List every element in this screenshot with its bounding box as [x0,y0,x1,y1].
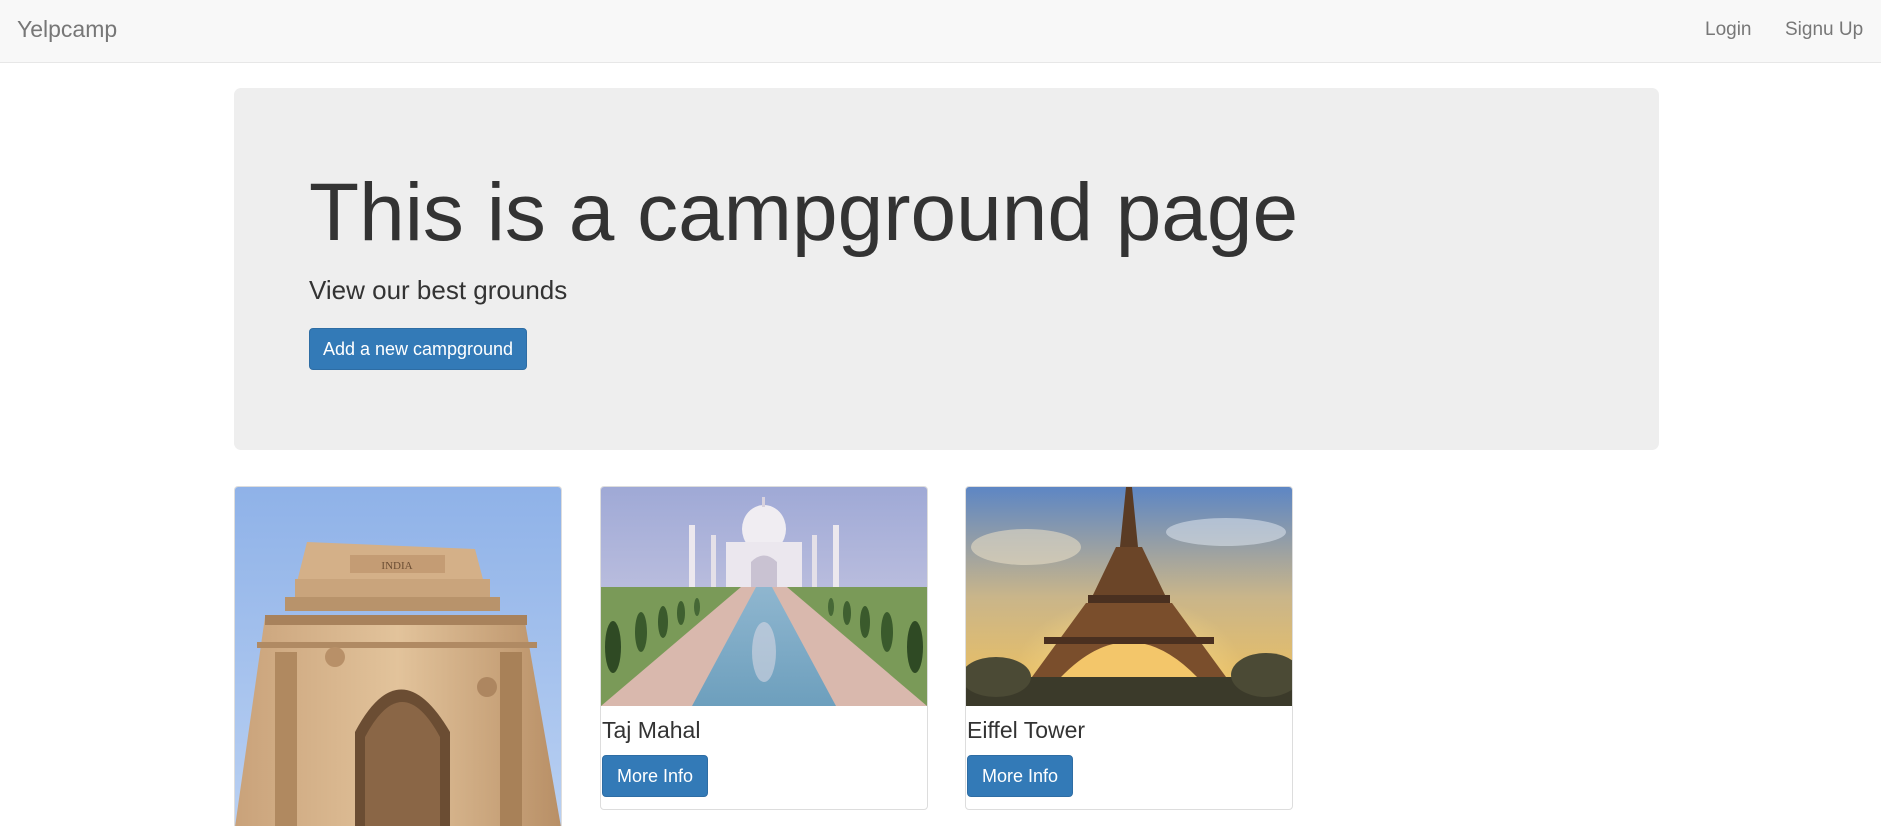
jumbotron: This is a campground page View our best … [234,88,1659,450]
campground-card: INDIA [234,486,562,826]
page-subtitle: View our best grounds [309,275,568,305]
eiffel-tower-image[interactable] [966,487,1292,706]
page-title: This is a campground page [309,167,1299,258]
campground-card: Eiffel Tower More Info [965,486,1293,810]
campground-name: Taj Mahal [602,717,701,743]
taj-mahal-image[interactable] [601,487,927,706]
top-navbar: Yelpcamp Login Signu Up [0,0,1881,63]
add-campground-button[interactable]: Add a new campground [309,328,527,370]
brand-link[interactable]: Yelpcamp [17,16,117,43]
more-info-button[interactable]: More Info [602,755,708,797]
login-link[interactable]: Login [1705,19,1752,41]
india-gate-image[interactable]: INDIA [235,487,561,826]
campground-card: Taj Mahal More Info [600,486,928,810]
signup-link[interactable]: Signu Up [1785,19,1863,41]
campground-name: Eiffel Tower [967,717,1086,743]
india-inscription: INDIA [381,560,412,572]
more-info-button[interactable]: More Info [967,755,1073,797]
